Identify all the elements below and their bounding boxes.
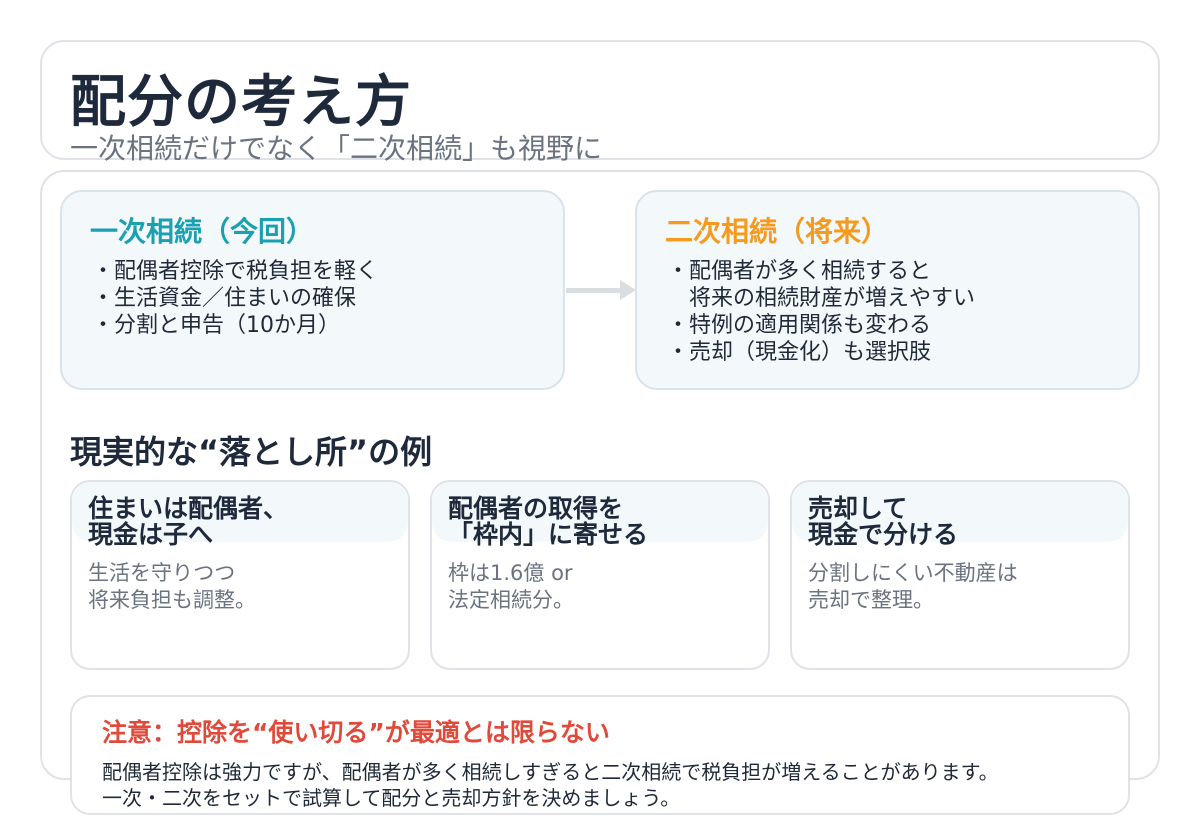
list-item: ・配偶者控除で税負担を軽く [92, 259, 379, 284]
arrow-right-icon [566, 288, 622, 293]
first-inheritance-list: ・配偶者控除で税負担を軽く ・生活資金／住まいの確保 ・分割と申告（10か月） [92, 258, 378, 339]
list-item: ・生活資金／住まいの確保 [92, 286, 357, 311]
arrow-head-icon [620, 280, 636, 300]
card-title: 配偶者の取得を 「枠内」に寄せる [448, 494, 649, 549]
list-item: ・売却（現金化）も選択肢 [667, 340, 932, 365]
list-item: 将来の相続財産が増えやすい [667, 286, 976, 311]
page-title: 配分の考え方 [70, 70, 412, 135]
first-inheritance-heading: 一次相続（今回） [90, 215, 315, 248]
example-card-within-limit: 配偶者の取得を 「枠内」に寄せる 枠は1.6億 or 法定相続分。 [430, 480, 770, 670]
first-inheritance-box: 一次相続（今回） ・配偶者控除で税負担を軽く ・生活資金／住まいの確保 ・分割と… [60, 190, 565, 390]
list-item: ・分割と申告（10か月） [92, 313, 340, 338]
card-title: 売却して 現金で分ける [808, 494, 959, 549]
card-title: 住まいは配偶者、 現金は子へ [88, 494, 289, 549]
second-inheritance-box: 二次相続（将来） ・配偶者が多く相続すると 将来の相続財産が増えやすい ・特例の… [635, 190, 1140, 390]
page-subtitle: 一次相続だけでなく「二次相続」も視野に [70, 132, 603, 165]
card-description: 枠は1.6億 or 法定相続分。 [448, 561, 574, 612]
warning-body: 配偶者控除は強力ですが、配偶者が多く相続しすぎると二次相続で税負担が増えることが… [102, 760, 999, 810]
warning-note: 注意：控除を“使い切る”が最適とは限らない 配偶者控除は強力ですが、配偶者が多く… [70, 695, 1130, 815]
second-inheritance-list: ・配偶者が多く相続すると 将来の相続財産が増えやすい ・特例の適用関係も変わる … [667, 258, 975, 366]
examples-heading: 現実的な“落とし所”の例 [70, 433, 433, 471]
example-card-sell: 売却して 現金で分ける 分割しにくい不動産は 売却で整理。 [790, 480, 1130, 670]
card-description: 分割しにくい不動産は 売却で整理。 [808, 561, 1018, 612]
card-description: 生活を守りつつ 将来負担も調整。 [88, 561, 256, 612]
second-inheritance-heading: 二次相続（将来） [665, 215, 890, 248]
list-item: ・配偶者が多く相続すると [667, 259, 932, 284]
warning-heading: 注意：控除を“使い切る”が最適とは限らない [102, 718, 610, 747]
list-item: ・特例の適用関係も変わる [667, 313, 932, 338]
example-card-housing: 住まいは配偶者、 現金は子へ 生活を守りつつ 将来負担も調整。 [70, 480, 410, 670]
